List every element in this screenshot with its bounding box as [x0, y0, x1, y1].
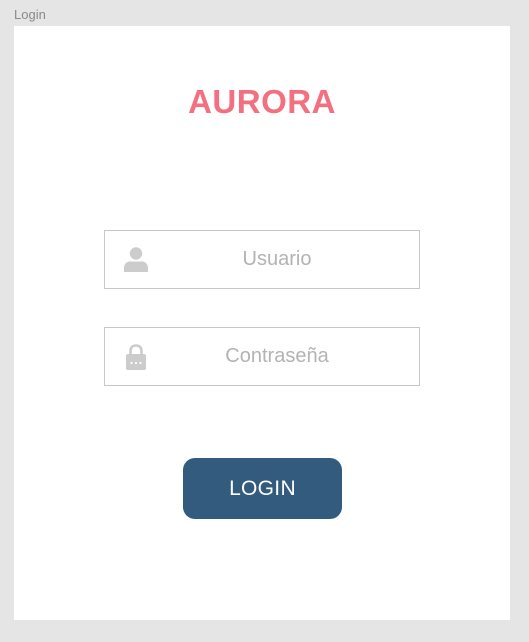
frame-label: Login [14, 7, 46, 22]
login-card: AURORA LOGIN [14, 26, 510, 620]
user-icon [124, 247, 148, 272]
username-input[interactable] [155, 231, 399, 288]
password-input[interactable] [155, 328, 399, 385]
brand-title: AURORA [188, 83, 336, 120]
lock-icon [126, 344, 146, 370]
login-button[interactable]: LOGIN [183, 458, 342, 519]
password-field[interactable] [104, 327, 420, 386]
username-field[interactable] [104, 230, 420, 289]
